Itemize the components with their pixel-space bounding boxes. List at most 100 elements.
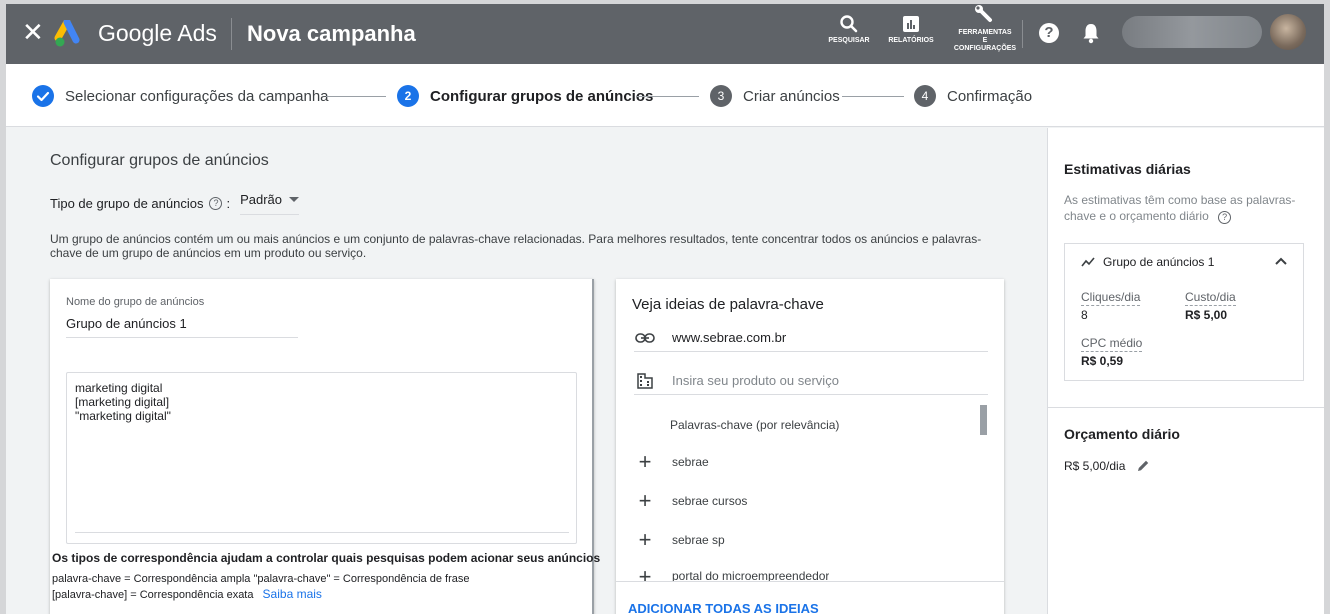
dropdown-arrow-icon — [289, 197, 300, 202]
group-name-input[interactable]: Grupo de anúncios 1 — [66, 316, 187, 331]
keyword-ideas-card: Veja ideias de palavra-chave www.sebrae.… — [616, 279, 1004, 614]
clicks-metric: Cliques/dia 8 — [1081, 290, 1141, 322]
reports-icon — [903, 16, 919, 32]
estimate-card-header[interactable]: Grupo de anúncios 1 — [1081, 255, 1214, 269]
group-name-label: Nome do grupo de anúncios — [66, 296, 205, 308]
clicks-value: 8 — [1081, 308, 1088, 322]
daily-estimates-subtitle: As estimativas têm como base as palavras… — [1064, 192, 1304, 224]
keyword-line: marketing digital — [75, 381, 163, 395]
account-info[interactable] — [1122, 16, 1262, 48]
divider — [1022, 20, 1023, 48]
step-number: 4 — [914, 85, 936, 107]
daily-budget-title: Orçamento diário — [1064, 426, 1180, 442]
learn-more-link[interactable]: Saiba mais — [263, 587, 322, 601]
ad-group-type-row: Tipo de grupo de anúncios ? : Padrão — [50, 192, 300, 215]
step-number: 2 — [397, 85, 419, 107]
keyword-idea-item[interactable]: + portal do microempreendedor — [634, 569, 830, 581]
help-circle-icon[interactable]: ? — [209, 197, 223, 210]
input-underline — [66, 337, 298, 338]
brand-name: Google Ads — [98, 20, 217, 46]
panel-divider — [1048, 407, 1324, 408]
ad-group-type-label: Tipo de grupo de anúncios — [50, 196, 204, 211]
match-types-line2-row: [palavra-chave] = Correspondência exata … — [52, 587, 322, 601]
help-circle-icon[interactable]: ? — [1218, 211, 1232, 224]
add-all-ideas-button[interactable]: ADICIONAR TODAS AS IDEIAS — [628, 601, 819, 614]
clicks-label[interactable]: Cliques/dia — [1081, 290, 1141, 306]
bell-icon[interactable] — [1082, 22, 1100, 44]
step-connector — [842, 96, 904, 97]
pencil-icon[interactable] — [1135, 458, 1151, 474]
estimates-subtitle-text: As estimativas têm como base as palavras… — [1064, 193, 1296, 223]
ad-group-estimate-card: Grupo de anúncios 1 Cliques/dia 8 Custo/… — [1064, 243, 1304, 381]
app-window: ✕ Google Ads Nova campanha PESQUISAR REL… — [6, 4, 1324, 614]
tools-label-line1: FERRAMENTAS — [958, 29, 1012, 36]
keyword-idea-item[interactable]: + sebrae cursos — [634, 490, 748, 512]
step-connector — [326, 96, 386, 97]
avatar[interactable] — [1270, 14, 1306, 50]
keyword-ideas-title: Veja ideias de palavra-chave — [632, 296, 824, 313]
search-button[interactable]: PESQUISAR — [826, 14, 872, 45]
step-configure-ad-groups[interactable]: 2 Configurar grupos de anúncios — [397, 84, 653, 108]
step-number: 3 — [710, 85, 732, 107]
keyword-idea-label: sebrae cursos — [672, 494, 748, 508]
ad-group-description: Um grupo de anúncios contém um ou mais a… — [50, 232, 982, 260]
search-label: PESQUISAR — [828, 37, 870, 44]
keywords-textarea[interactable]: marketing digital [marketing digital] "m… — [66, 372, 577, 544]
keyword-idea-label: portal do microempreendedor — [672, 569, 830, 581]
help-icon[interactable]: ? — [1039, 23, 1059, 43]
daily-estimates-title: Estimativas diárias — [1064, 161, 1191, 177]
trending-icon — [1081, 257, 1095, 267]
plus-icon[interactable]: + — [634, 569, 656, 581]
main-content: Configurar grupos de anúncios Tipo de gr… — [6, 128, 1046, 614]
tools-settings-button[interactable]: FERRAMENTAS E CONFIGURAÇÕES — [952, 4, 1018, 53]
step-select-settings[interactable]: Selecionar configurações da campanha — [32, 84, 329, 108]
textarea-underline — [75, 532, 569, 533]
keyword-idea-label: sebrae sp — [672, 533, 725, 547]
step-confirmation[interactable]: 4 Confirmação — [914, 84, 1032, 108]
ad-group-type-value: Padrão — [240, 192, 283, 207]
tools-label-line2: E — [982, 37, 988, 44]
tools-label-line3: CONFIGURAÇÕES — [953, 45, 1017, 52]
estimates-panel: Estimativas diárias As estimativas têm c… — [1047, 128, 1324, 614]
step-create-ads[interactable]: 3 Criar anúncios — [710, 84, 840, 108]
match-types-line2: [palavra-chave] = Correspondência exata — [52, 589, 254, 601]
keyword-idea-item[interactable]: + sebrae sp — [634, 529, 725, 551]
card-divider — [616, 581, 1004, 582]
section-title: Configurar grupos de anúncios — [50, 152, 269, 169]
scrollbar[interactable] — [980, 405, 987, 435]
daily-budget-value: R$ 5,00/dia — [1064, 459, 1126, 473]
step-connector — [637, 96, 699, 97]
keyword-idea-label: sebrae — [672, 455, 709, 469]
product-service-input[interactable]: Insira seu produto ou serviço — [634, 367, 988, 395]
cpc-value: R$ 0,59 — [1081, 354, 1124, 368]
estimate-group-label: Grupo de anúncios 1 — [1103, 255, 1215, 269]
chevron-up-icon[interactable] — [1275, 257, 1287, 265]
keyword-idea-item[interactable]: + sebrae — [634, 451, 709, 473]
plus-icon[interactable]: + — [634, 490, 656, 512]
cpc-metric: CPC médio R$ 0,59 — [1081, 336, 1143, 368]
ad-group-type-select[interactable]: Padrão — [240, 192, 300, 215]
check-circle-icon — [32, 85, 54, 107]
product-service-placeholder: Insira seu produto ou serviço — [672, 373, 839, 388]
keyword-line: "marketing digital" — [75, 409, 171, 423]
website-url-value: www.sebrae.com.br — [672, 330, 787, 345]
search-icon — [840, 15, 858, 33]
building-icon — [634, 372, 656, 390]
wrench-icon — [975, 5, 992, 22]
step-label: Criar anúncios — [743, 87, 840, 105]
cost-metric: Custo/dia R$ 5,00 — [1185, 290, 1236, 322]
plus-icon[interactable]: + — [634, 451, 656, 473]
close-icon[interactable]: ✕ — [22, 19, 44, 45]
reports-button[interactable]: RELATÓRIOS — [886, 14, 936, 45]
colon: : — [226, 196, 231, 211]
ad-group-editor-card: Nome do grupo de anúncios Grupo de anúnc… — [50, 279, 600, 614]
website-url-field[interactable]: www.sebrae.com.br — [634, 324, 988, 352]
cpc-label[interactable]: CPC médio — [1081, 336, 1143, 352]
step-label: Selecionar configurações da campanha — [65, 87, 329, 105]
campaign-stepper: Selecionar configurações da campanha 2 C… — [6, 64, 1324, 127]
step-label: Confirmação — [947, 87, 1033, 105]
divider — [231, 18, 232, 50]
keywords-list-header: Palavras-chave (por relevância) — [670, 418, 840, 432]
cost-label[interactable]: Custo/dia — [1185, 290, 1236, 306]
plus-icon[interactable]: + — [634, 529, 656, 551]
